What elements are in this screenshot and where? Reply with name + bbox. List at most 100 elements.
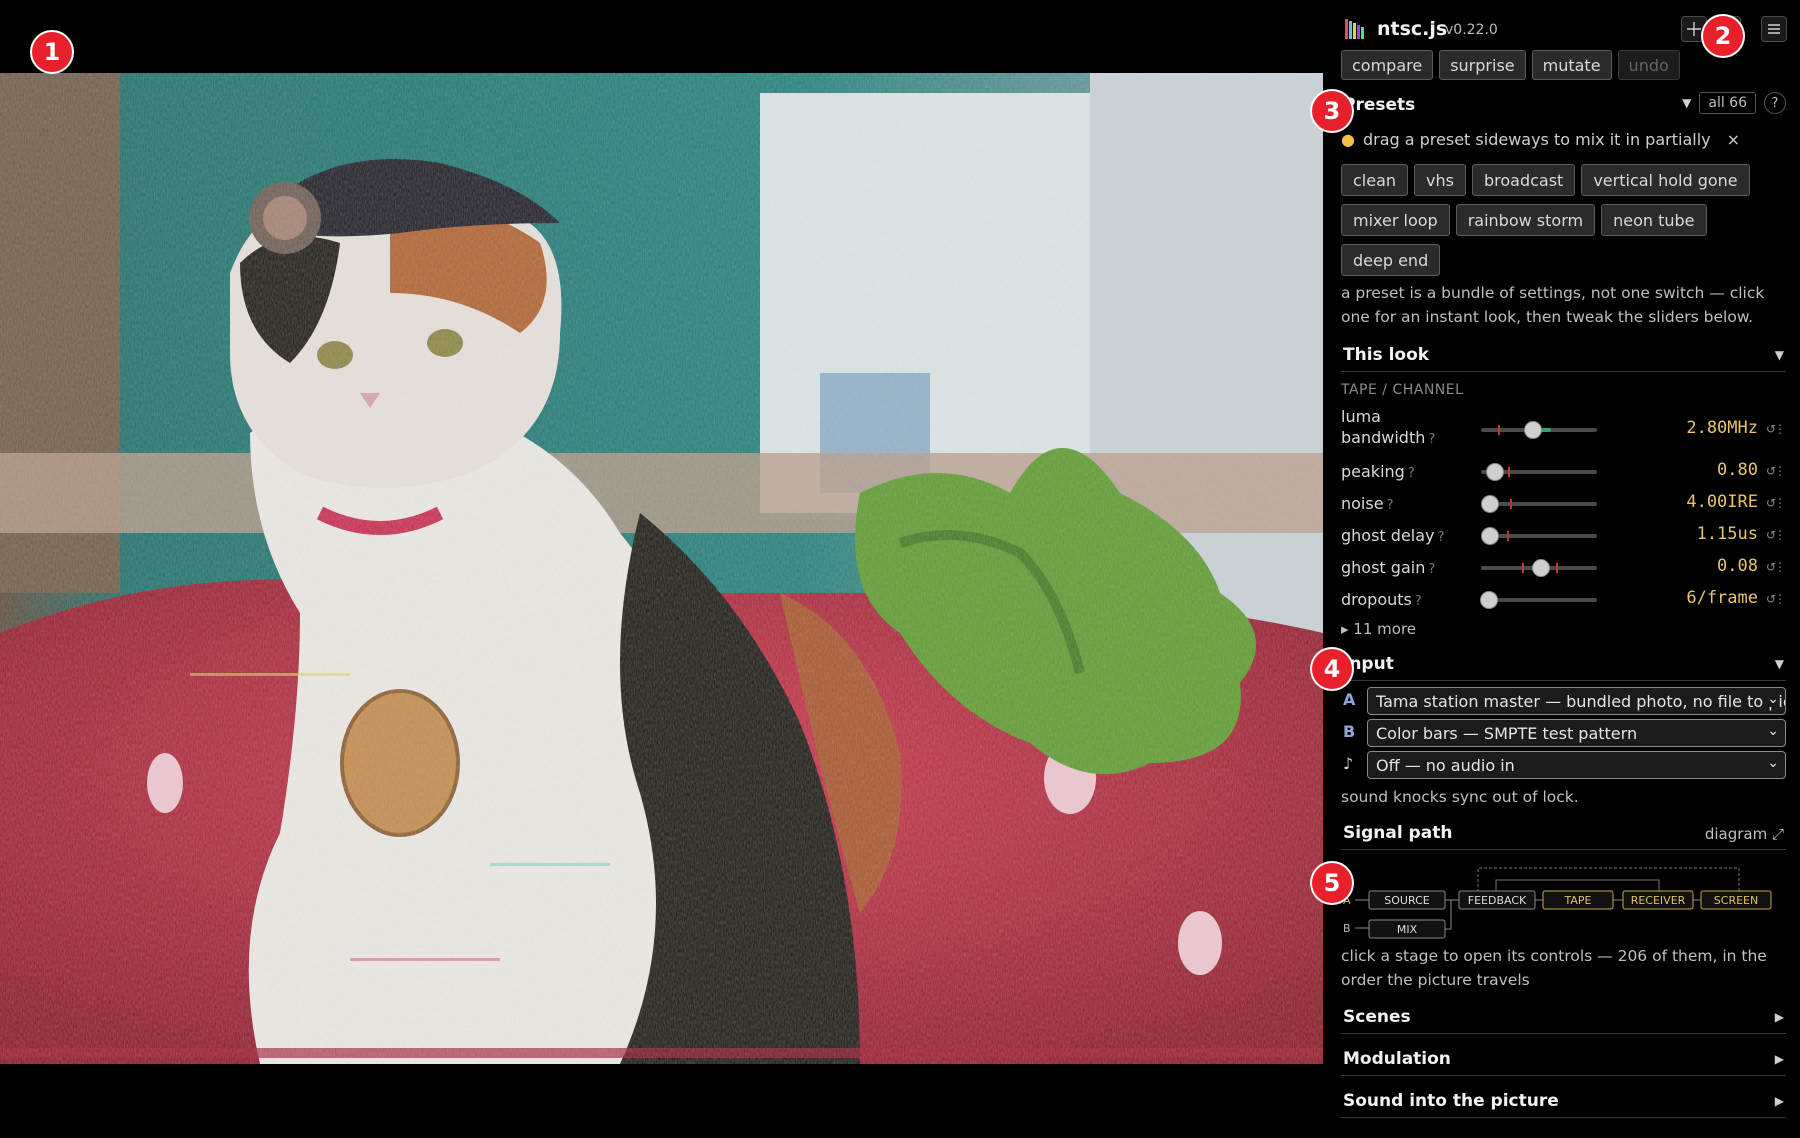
preset-rainbow-storm[interactable]: rainbow storm (1455, 204, 1596, 236)
more-options-icon[interactable]: ⋮ (1774, 592, 1786, 606)
slider-thumb[interactable] (1480, 591, 1499, 609)
mutate-button[interactable]: mutate (1531, 50, 1612, 80)
presets-all-count-button[interactable]: all 66 (1699, 92, 1756, 114)
help-icon[interactable]: ? (1387, 498, 1394, 513)
sound-into-picture-caret-icon: ▶ (1774, 1094, 1784, 1108)
slider-default-marker (1507, 467, 1510, 477)
signal-path-diagram[interactable]: A B SOURCE MIX FEEDBACK TAPE RECEIVER SC… (1341, 858, 1786, 948)
tip-close-button[interactable]: × (1727, 130, 1740, 149)
slider-track[interactable] (1481, 463, 1597, 481)
slider-thumb[interactable] (1481, 495, 1500, 513)
signal-path-description: click a stage to open its controls — 206… (1341, 947, 1767, 989)
more-options-icon[interactable]: ⋮ (1774, 560, 1786, 574)
slider-track[interactable] (1480, 591, 1597, 609)
audio-input-value: Off — no audio in (1376, 755, 1515, 775)
slider-label: ghost gain? (1341, 557, 1435, 580)
show-more-sliders-link[interactable]: ▸ 11 more (1341, 620, 1416, 638)
slider-track[interactable] (1481, 527, 1597, 545)
node-tape-label: TAPE (1564, 894, 1592, 907)
slider-value[interactable]: 6/frame (1686, 588, 1758, 608)
input-a-value: Tama station master — bundled photo, no … (1376, 691, 1786, 711)
slider-value[interactable]: 0.08 (1717, 556, 1758, 576)
more-options-icon[interactable]: ⋮ (1774, 528, 1786, 542)
slider-row-ghost-gain: ghost gain? 0.08 ↺ ⋮ (1341, 551, 1786, 583)
slider-thumb[interactable] (1485, 463, 1504, 481)
scenes-header[interactable]: Scenes ▶ (1341, 1004, 1786, 1034)
slider-value[interactable]: 1.15us (1697, 524, 1758, 544)
ntsc-processed-photo (0, 73, 1323, 1064)
video-viewport[interactable]: 1 (0, 0, 1327, 1138)
menu-button[interactable] (1761, 16, 1787, 42)
modulation-title: Modulation (1343, 1049, 1451, 1069)
slider-label-text: luma bandwidth (1341, 407, 1426, 447)
node-screen[interactable]: SCREEN (1700, 890, 1772, 910)
slider-track[interactable] (1481, 421, 1597, 439)
app-version: v0.22.0 (1445, 22, 1498, 38)
slider-thumb[interactable] (1481, 527, 1500, 545)
help-icon[interactable]: ? (1438, 530, 1445, 545)
node-receiver[interactable]: RECEIVER (1622, 890, 1694, 910)
slider-label: peaking? (1341, 461, 1415, 484)
help-icon[interactable]: ? (1428, 562, 1435, 577)
app-logo-icon (1345, 19, 1364, 39)
input-b-value: Color bars — SMPTE test pattern (1376, 723, 1638, 743)
more-options-icon[interactable]: ⋮ (1774, 422, 1786, 436)
undo-button[interactable]: undo (1617, 50, 1680, 80)
node-tape[interactable]: TAPE (1542, 890, 1614, 910)
slider-track[interactable] (1481, 559, 1597, 577)
this-look-header[interactable]: This look ▼ (1341, 342, 1786, 372)
callout-badge-5: 5 (1312, 863, 1352, 903)
slider-label-text: peaking (1341, 462, 1405, 481)
crosshair-icon (1687, 22, 1701, 36)
audio-input-select[interactable]: Off — no audio in ⌄ (1367, 751, 1786, 779)
slider-label: noise? (1341, 493, 1393, 516)
preset-vertical-hold-gone[interactable]: vertical hold gone (1581, 164, 1750, 196)
preset-vhs[interactable]: vhs (1414, 164, 1466, 196)
slider-track[interactable] (1481, 495, 1597, 513)
slider-value[interactable]: 0.80 (1717, 460, 1758, 480)
help-icon[interactable]: ? (1408, 466, 1415, 481)
input-header[interactable]: Input ▼ (1341, 651, 1786, 681)
presets-header[interactable]: Presets ▼ all 66 ? (1341, 92, 1786, 122)
preset-broadcast[interactable]: broadcast (1471, 164, 1576, 196)
preset-mixer-loop[interactable]: mixer loop (1341, 204, 1450, 236)
signal-path-title: Signal path (1343, 823, 1453, 843)
slider-label-text: ghost gain (1341, 558, 1426, 577)
signal-path-header[interactable]: Signal path diagram ⤢ (1341, 820, 1786, 850)
node-feedback-label: FEEDBACK (1468, 894, 1527, 907)
presets-description: a preset is a bundle of settings, not on… (1341, 284, 1765, 326)
node-mix[interactable]: MIX (1368, 919, 1446, 939)
compare-button[interactable]: compare (1341, 50, 1434, 80)
audio-key-icon: ♪ (1343, 754, 1354, 773)
preset-neon-tube[interactable]: neon tube (1601, 204, 1707, 236)
help-icon[interactable]: ? (1428, 432, 1435, 447)
input-caret-icon: ▼ (1774, 657, 1784, 671)
input-b-key: B (1343, 722, 1356, 741)
sound-into-picture-title: Sound into the picture (1343, 1091, 1559, 1111)
modulation-header[interactable]: Modulation ▶ (1341, 1046, 1786, 1076)
input-b-select[interactable]: Color bars — SMPTE test pattern ⌄ (1367, 719, 1786, 747)
callout-badge-4: 4 (1312, 649, 1352, 689)
sound-into-picture-header[interactable]: Sound into the picture ▶ (1341, 1088, 1786, 1118)
more-options-icon[interactable]: ⋮ (1774, 464, 1786, 478)
menu-icon (1768, 24, 1780, 34)
presets-tip-text: drag a preset sideways to mix it in part… (1362, 130, 1711, 149)
node-feedback[interactable]: FEEDBACK (1458, 890, 1536, 910)
presets-help-button[interactable]: ? (1764, 92, 1786, 114)
audio-input-row: ♪ Off — no audio in ⌄ (1341, 751, 1786, 779)
more-options-icon[interactable]: ⋮ (1774, 496, 1786, 510)
node-source[interactable]: SOURCE (1368, 890, 1446, 910)
slider-thumb[interactable] (1532, 559, 1551, 577)
diagram-expand-link[interactable]: diagram ⤢ (1705, 825, 1784, 843)
slider-value[interactable]: 2.80MHz (1686, 418, 1758, 438)
preset-clean[interactable]: clean (1341, 164, 1409, 196)
slider-thumb[interactable] (1524, 421, 1543, 439)
surprise-button[interactable]: surprise (1439, 50, 1526, 80)
slider-value[interactable]: 4.00IRE (1686, 492, 1758, 512)
presets-caret-icon[interactable]: ▼ (1682, 96, 1691, 110)
slider-row-luma-bandwidth: luma bandwidth? 2.80MHz ↺ ⋮ (1341, 407, 1786, 447)
slider-label: ghost delay? (1341, 525, 1444, 548)
input-a-select[interactable]: Tama station master — bundled photo, no … (1367, 687, 1786, 715)
help-icon[interactable]: ? (1415, 594, 1422, 609)
preset-deep-end[interactable]: deep end (1341, 244, 1441, 276)
